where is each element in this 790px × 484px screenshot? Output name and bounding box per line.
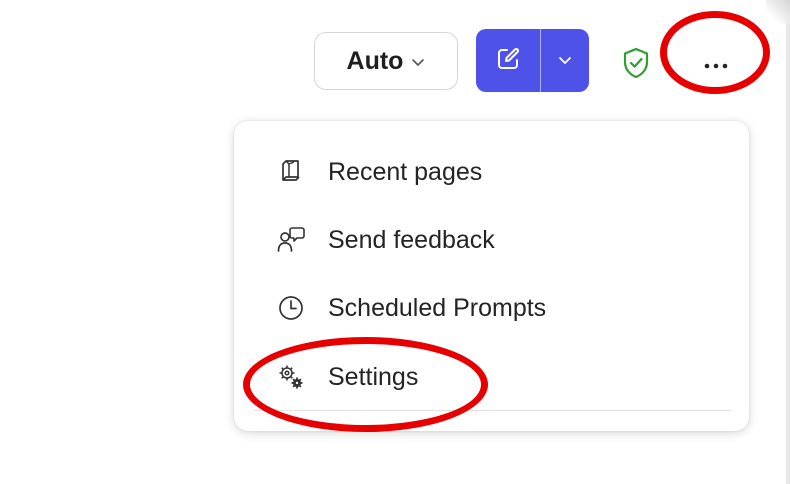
- chevron-down-icon: [411, 52, 425, 71]
- compose-button-group: [476, 29, 589, 92]
- menu-item-scheduled-prompts[interactable]: Scheduled Prompts: [234, 277, 749, 339]
- menu-item-recent-pages[interactable]: Recent pages: [234, 141, 749, 203]
- window-edge: [786, 0, 790, 484]
- shield-check-icon[interactable]: [622, 47, 650, 79]
- mode-selector-label: Auto: [346, 46, 404, 75]
- menu-item-label: Send feedback: [328, 225, 495, 254]
- clock-icon: [277, 294, 305, 322]
- mode-selector-button[interactable]: Auto: [314, 32, 458, 90]
- chevron-down-icon: [557, 51, 573, 70]
- compose-options-button[interactable]: [541, 29, 589, 92]
- menu-item-label: Recent pages: [328, 157, 483, 186]
- annotation-circle-more-options: [660, 11, 770, 94]
- menu-item-label: Scheduled Prompts: [328, 293, 547, 322]
- compose-button[interactable]: [476, 29, 540, 92]
- compose-icon: [495, 46, 521, 76]
- menu-item-send-feedback[interactable]: Send feedback: [234, 209, 749, 271]
- window-corner: [766, 0, 790, 24]
- book-icon: [277, 158, 305, 186]
- annotation-circle-settings: [243, 337, 488, 432]
- feedback-icon: [277, 225, 305, 255]
